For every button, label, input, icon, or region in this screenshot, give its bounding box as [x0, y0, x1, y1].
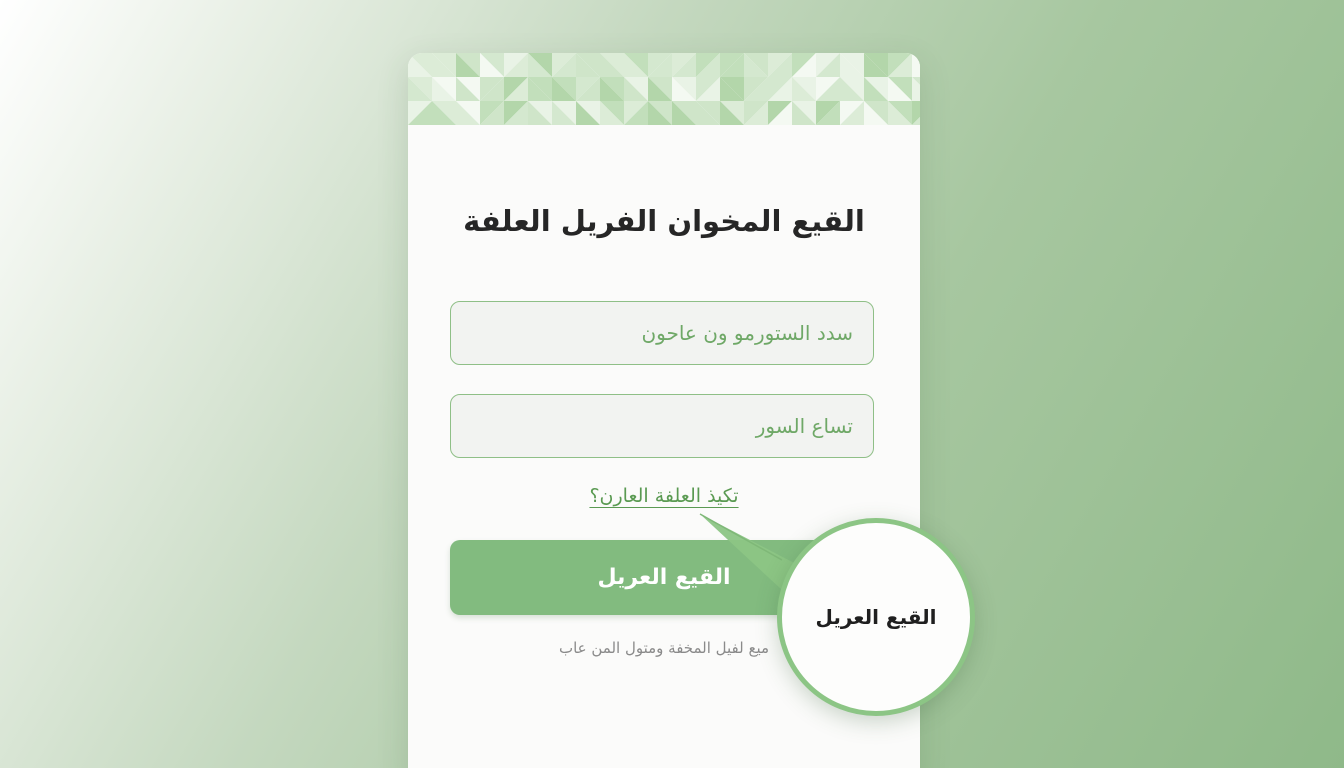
username-placeholder: سدد الستورمو ون عاحون	[641, 321, 853, 345]
username-input[interactable]: سدد الستورمو ون عاحون	[450, 301, 874, 365]
password-placeholder: تساع السور	[755, 414, 853, 438]
magnifier-callout: القيع العريل	[777, 518, 975, 716]
page-title: القيع المخوان الفريل العلفة	[463, 204, 865, 238]
magnifier-label: القيع العريل	[815, 605, 937, 629]
decorative-header-pattern	[408, 53, 920, 125]
password-input[interactable]: تساع السور	[450, 394, 874, 458]
forgot-password-link[interactable]: تكيذ العلفة العارن؟	[408, 481, 920, 511]
